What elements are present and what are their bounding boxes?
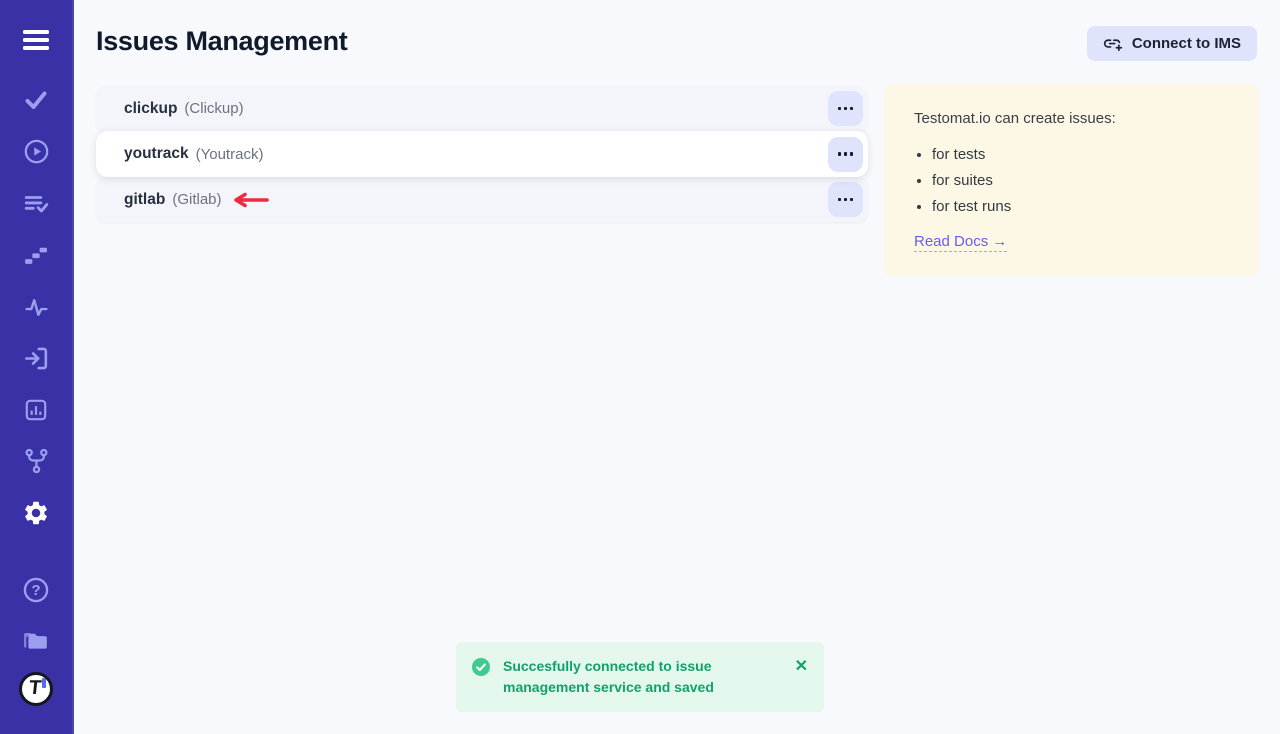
projects-folder-icon[interactable] [0,627,72,653]
pulse-icon[interactable] [0,295,72,320]
help-icon[interactable]: ? [0,576,72,604]
tests-check-icon[interactable] [0,88,72,112]
import-icon[interactable] [0,345,72,372]
integration-type: (Youtrack) [196,146,264,163]
info-box-item: for suites [932,172,1228,189]
red-arrow-left-icon [232,192,270,208]
close-icon[interactable]: ✕ [795,658,808,676]
svg-text:?: ? [31,582,40,599]
page-title: Issues Management [96,26,348,57]
integration-name: gitlab [124,191,165,209]
logo-circle: T [19,672,53,706]
logo-letter: T [28,677,43,700]
integration-type: (Gitlab) [172,191,221,208]
integrations-list: clickup (Clickup) youtrack (Youtrack) gi… [96,86,868,222]
menu-icon[interactable] [0,28,72,52]
info-box-title: Testomat.io can create issues: [914,110,1228,127]
success-toast: Succesfully connected to issue managemen… [456,642,824,712]
analytics-chart-icon[interactable] [0,397,72,423]
ellipsis-menu-icon[interactable] [828,137,863,172]
integration-name: youtrack [124,145,189,163]
success-check-icon [472,658,490,676]
integration-type: (Clickup) [184,100,243,117]
integration-row-clickup[interactable]: clickup (Clickup) [96,86,868,131]
ellipsis-menu-icon[interactable] [828,182,863,217]
runs-play-icon[interactable] [0,138,72,165]
integration-row-youtrack[interactable]: youtrack (Youtrack) [96,131,868,177]
sidebar: ? T [0,0,74,734]
settings-gear-icon[interactable] [0,499,72,527]
read-docs-link[interactable]: Read Docs → [914,233,1007,252]
ellipsis-menu-icon[interactable] [828,91,863,126]
info-box-item: for test runs [932,198,1228,215]
integration-row-gitlab[interactable]: gitlab (Gitlab) [96,177,868,222]
steps-icon[interactable] [0,243,72,268]
connect-button-label: Connect to IMS [1132,35,1241,52]
toast-message: Succesfully connected to issue managemen… [503,656,765,698]
info-box-item: for tests [932,146,1228,163]
logo-accent-bar [42,678,46,688]
branches-fork-icon[interactable] [0,447,72,475]
link-plus-icon [1103,36,1123,52]
info-box: Testomat.io can create issues: for tests… [884,84,1258,276]
integration-name: clickup [124,100,177,118]
testomat-logo[interactable]: T [0,672,72,706]
plans-list-check-icon[interactable] [0,191,72,217]
info-box-list: for tests for suites for test runs [932,146,1228,215]
connect-to-ims-button[interactable]: Connect to IMS [1087,26,1257,61]
